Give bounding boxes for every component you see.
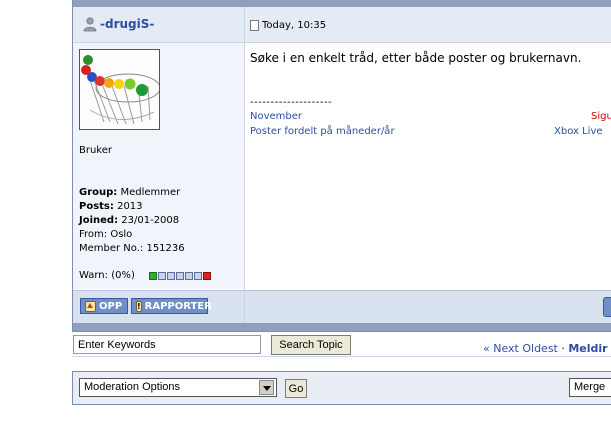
signature-red-text: Sigu bbox=[591, 111, 611, 122]
group-value: Medlemmer bbox=[120, 187, 181, 198]
post-top-strip bbox=[73, 0, 611, 7]
member-number: Member No.: 151236 bbox=[79, 243, 185, 254]
from-text: From: Oslo bbox=[79, 229, 133, 240]
member-rank: Bruker bbox=[79, 145, 113, 156]
post-content-column bbox=[245, 43, 611, 289]
moderation-options-select[interactable]: Moderation Options bbox=[79, 378, 277, 397]
post-header-left bbox=[73, 7, 244, 43]
warn-level-segment bbox=[158, 272, 166, 280]
post-action-button[interactable] bbox=[603, 297, 611, 317]
next-newest-link[interactable]: Meldir bbox=[568, 342, 607, 355]
chevron-down-icon[interactable] bbox=[259, 380, 274, 395]
user-icon bbox=[83, 17, 97, 32]
signature-divider: -------------------- bbox=[250, 97, 333, 108]
arrow-up-icon bbox=[85, 300, 96, 312]
posts-label: Posts: bbox=[79, 201, 114, 212]
exclamation-icon: ! bbox=[136, 300, 142, 312]
signature-link-xbox[interactable]: Xbox Live bbox=[554, 126, 603, 137]
post-author-link[interactable]: -drugiS- bbox=[100, 17, 154, 31]
avatar bbox=[79, 49, 160, 130]
report-button[interactable]: ! RAPPORTER bbox=[131, 298, 212, 314]
warn-label[interactable]: Warn: (0%) bbox=[79, 270, 135, 281]
warn-level-segment bbox=[167, 272, 175, 280]
post-timestamp: Today, 10:35 bbox=[262, 20, 327, 31]
search-keywords-input[interactable] bbox=[73, 335, 261, 354]
warn-level-bar bbox=[149, 272, 211, 280]
post-doc-icon bbox=[250, 20, 259, 31]
post-bottom-strip bbox=[73, 323, 611, 331]
report-label: RAPPORTER bbox=[144, 300, 212, 312]
opp-button[interactable]: OPP bbox=[80, 298, 128, 314]
search-topic-button[interactable]: Search Topic bbox=[271, 335, 351, 355]
divider-line bbox=[72, 356, 611, 357]
warn-level-segment bbox=[176, 272, 184, 280]
post-footer-right bbox=[245, 290, 611, 324]
warn-increase-icon bbox=[203, 272, 211, 280]
warn-decrease-icon bbox=[149, 272, 157, 280]
next-oldest-link[interactable]: « Next Oldest bbox=[483, 342, 558, 355]
warn-level-segment bbox=[185, 272, 193, 280]
opp-label: OPP bbox=[99, 300, 123, 312]
go-button[interactable]: Go bbox=[285, 379, 307, 398]
nav-separator: · bbox=[561, 342, 565, 355]
warn-level-segment bbox=[194, 272, 202, 280]
post-body-text: Søke i en enkelt tråd, etter både poster… bbox=[250, 51, 582, 65]
signature-link-poster[interactable]: Poster fordelt på måneder/år bbox=[250, 126, 395, 137]
column-divider bbox=[244, 7, 245, 323]
joined-value: 23/01-2008 bbox=[121, 215, 180, 226]
member-info: Group: Medlemmer Posts: 2013 Joined: 23/… bbox=[79, 186, 185, 256]
joined-label: Joined: bbox=[79, 215, 119, 226]
merge-select[interactable]: Merge bbox=[569, 378, 611, 397]
topic-navigation: « Next Oldest · Meldir bbox=[483, 342, 608, 355]
posts-value: 2013 bbox=[117, 201, 143, 212]
signature-link-november[interactable]: November bbox=[250, 111, 302, 122]
group-label: Group: bbox=[79, 187, 118, 198]
